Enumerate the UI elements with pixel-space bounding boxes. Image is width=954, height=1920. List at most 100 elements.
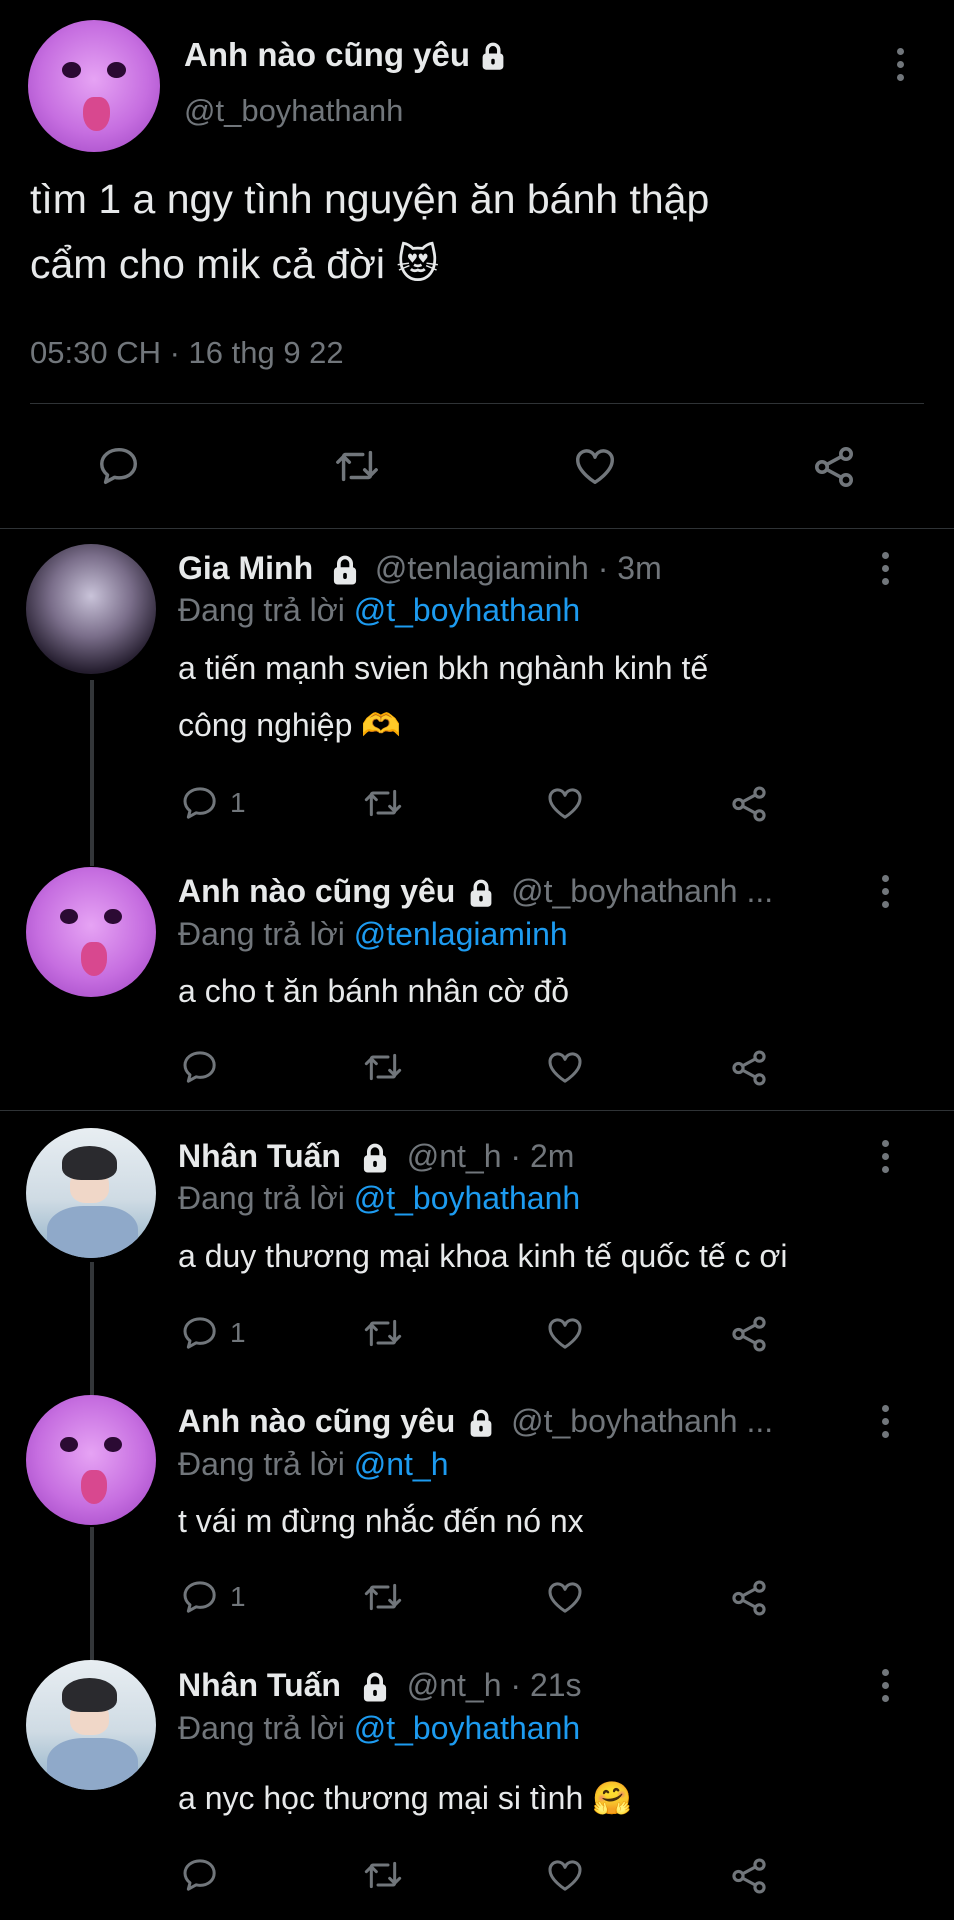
replying-to-handle[interactable]: @t_boyhathanh (354, 1710, 580, 1746)
more-icon[interactable] (882, 1669, 890, 1708)
reply-count: 1 (230, 1317, 246, 1348)
author-handle[interactable]: @tenlagiaminh (375, 550, 589, 586)
avatar-eye (104, 908, 123, 925)
share-icon (732, 786, 766, 822)
more-icon[interactable] (882, 875, 890, 914)
reply-button[interactable] (180, 783, 220, 823)
like-button[interactable] (545, 1047, 585, 1087)
tweet-text-line-1: a duy thương mại khoa kinh tế quốc tế c … (178, 1238, 788, 1274)
tweet-timestamp[interactable]: 05:30 CH · 16 thg 9 22 (30, 335, 344, 371)
retweet-icon (364, 1861, 402, 1889)
reply-icon (183, 1051, 216, 1083)
reply-button[interactable] (180, 1313, 220, 1353)
retweet-button[interactable] (362, 783, 404, 823)
author-avatar[interactable] (26, 1660, 156, 1790)
retweet-icon (336, 450, 378, 482)
author-display-name[interactable]: Nhân Tuấn (178, 1138, 341, 1174)
author-avatar[interactable] (26, 544, 156, 674)
reply-button[interactable] (180, 1047, 220, 1087)
avatar-eye (104, 1436, 123, 1453)
lock-icon (333, 555, 357, 585)
like-button[interactable] (545, 783, 585, 823)
share-button[interactable] (728, 1047, 770, 1089)
replying-to-handle[interactable]: @t_boyhathanh (354, 1180, 580, 1216)
retweet-button[interactable] (362, 1577, 404, 1617)
share-button[interactable] (728, 1855, 770, 1897)
reply-count: 1 (230, 1581, 246, 1612)
author-display-name[interactable]: Anh nào cũng yêu (184, 36, 470, 73)
like-button[interactable] (545, 1855, 585, 1895)
author-display-name[interactable]: Anh nào cũng yêu (178, 1403, 455, 1439)
replying-to-handle[interactable]: @nt_h (354, 1446, 449, 1482)
reply-icon (183, 1581, 216, 1613)
replying-to-label: Đang trả lời (178, 916, 345, 952)
like-button[interactable] (572, 443, 618, 489)
author-avatar[interactable] (26, 1128, 156, 1258)
like-button[interactable] (545, 1313, 585, 1353)
lock-icon (470, 879, 492, 907)
author-handle[interactable]: @t_boyhathanh ... (511, 1403, 773, 1439)
more-icon[interactable] (882, 552, 890, 591)
reply-button[interactable] (180, 1577, 220, 1617)
lock-icon (482, 42, 504, 70)
retweet-button[interactable] (362, 1047, 404, 1087)
retweet-icon (364, 1583, 402, 1611)
author-avatar[interactable] (28, 20, 160, 152)
avatar-shirt (46, 1738, 138, 1790)
more-icon[interactable] (882, 1405, 890, 1444)
share-button[interactable] (728, 783, 770, 825)
tweet-text-line-1: a cho t ăn bánh nhân cờ đỏ (178, 973, 570, 1009)
replying-to-handle[interactable]: @t_boyhathanh (354, 592, 580, 628)
avatar-eye (59, 908, 78, 925)
retweet-button[interactable] (362, 1313, 404, 1353)
lock-icon (363, 1143, 386, 1173)
share-button[interactable] (810, 443, 858, 491)
more-icon[interactable] (897, 48, 905, 87)
author-avatar[interactable] (26, 1395, 156, 1525)
author-display-name[interactable]: Anh nào cũng yêu (178, 873, 455, 909)
thread-line (90, 680, 94, 866)
retweet-icon (364, 1319, 402, 1347)
author-handle[interactable]: @t_boyhathanh (184, 93, 403, 129)
retweet-button[interactable] (362, 1855, 404, 1895)
divider (0, 528, 954, 529)
avatar-tongue (83, 96, 110, 131)
reply-icon (183, 1317, 216, 1349)
share-button[interactable] (728, 1577, 770, 1619)
author-handle[interactable]: @nt_h (407, 1138, 502, 1174)
retweet-icon (364, 1053, 402, 1081)
tweet-time[interactable]: · 3m (598, 550, 662, 586)
avatar-eye (107, 62, 126, 79)
tweet-time[interactable]: · 21s (510, 1667, 581, 1703)
author-avatar[interactable] (26, 867, 156, 997)
tweet-text-line-1: a tiến mạnh svien bkh nghành kinh tế (178, 650, 709, 686)
like-icon (548, 1052, 582, 1083)
author-display-name[interactable]: Gia Minh (178, 550, 313, 586)
reply-icon (183, 1859, 216, 1891)
like-button[interactable] (545, 1577, 585, 1617)
lock-icon (363, 1672, 386, 1702)
tweet-time[interactable]: · 2m (510, 1138, 574, 1174)
author-display-name[interactable]: Nhân Tuấn (178, 1667, 341, 1703)
divider (30, 403, 924, 404)
share-icon (732, 1050, 766, 1086)
like-icon (576, 449, 614, 485)
author-handle[interactable]: @nt_h (407, 1667, 502, 1703)
reply-button[interactable] (180, 1855, 220, 1895)
share-button[interactable] (728, 1313, 770, 1355)
tweet-text-line-2: cẩm cho mik cả đời 😻 (30, 241, 440, 287)
retweet-button[interactable] (333, 443, 381, 489)
replying-to-handle[interactable]: @tenlagiaminh (354, 916, 568, 952)
avatar-hair (62, 1678, 117, 1712)
more-icon[interactable] (882, 1140, 890, 1179)
thread-line (90, 1262, 94, 1396)
share-icon (815, 447, 853, 487)
tweet-text-line-1: tìm 1 a ngy tình nguyện ăn bánh thập (30, 176, 710, 222)
author-handle[interactable]: @t_boyhathanh ... (511, 873, 773, 909)
reply-button[interactable] (96, 443, 142, 489)
replying-to-label: Đang trả lời (178, 1180, 345, 1216)
avatar-shirt (46, 1206, 138, 1258)
avatar-eye (59, 1436, 78, 1453)
thread-line (90, 1527, 94, 1661)
avatar-tongue (80, 942, 107, 977)
